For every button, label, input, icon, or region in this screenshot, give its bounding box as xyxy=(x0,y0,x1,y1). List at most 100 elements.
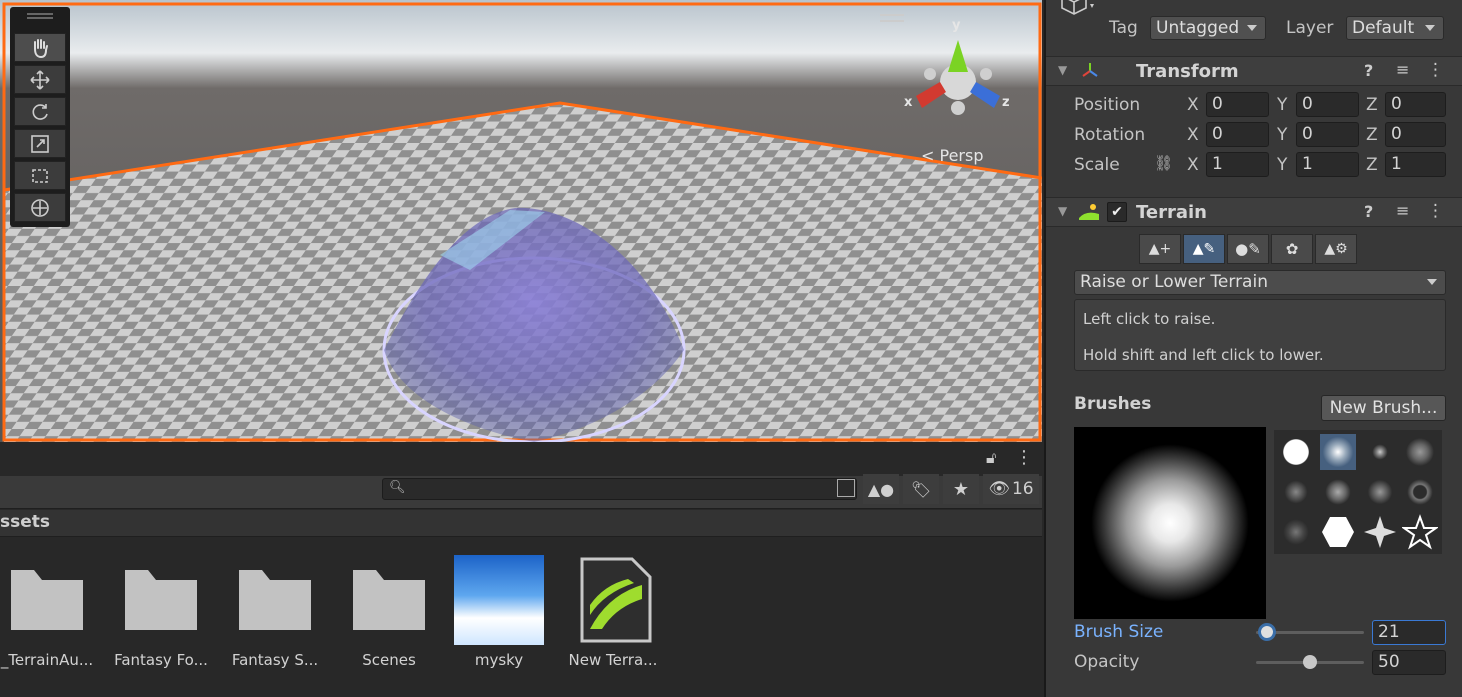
paint-trees-tab[interactable]: ●✎ xyxy=(1227,234,1269,264)
chevron-down-icon xyxy=(1427,279,1437,285)
axis-x-label[interactable]: X xyxy=(1187,95,1199,115)
link-broken-icon[interactable]: ⛓︎ xyxy=(1154,154,1173,172)
axis-y-label[interactable]: Y xyxy=(1277,95,1287,115)
asset-item[interactable]: Fantasy Fo... xyxy=(106,555,216,669)
terrain-tool-dropdown[interactable]: Raise or Lower Terrain xyxy=(1074,270,1446,295)
hidden-packages-button[interactable]: 👁︎ 16 xyxy=(983,474,1039,504)
transform-x-field[interactable]: 0 xyxy=(1206,122,1269,147)
transform-x-field[interactable]: 1 xyxy=(1206,152,1269,177)
terrain-enabled-checkbox[interactable]: ✔ xyxy=(1107,202,1127,222)
gizmo-x-label: x xyxy=(904,95,913,110)
create-neighbor-terrains-tab[interactable]: ▲+ xyxy=(1139,234,1181,264)
brush-small-soft[interactable] xyxy=(1362,434,1398,470)
axis-z-label[interactable]: Z xyxy=(1366,155,1378,175)
search-by-type-icon[interactable] xyxy=(837,479,855,497)
folder-icon xyxy=(353,570,425,630)
paint-terrain-tab[interactable]: ▲✎ xyxy=(1183,234,1225,264)
transform-row-label: Position xyxy=(1074,95,1141,115)
brush-ring[interactable] xyxy=(1402,474,1438,510)
asset-label: New Terra... xyxy=(568,651,658,669)
axis-y-label[interactable]: Y xyxy=(1277,125,1287,145)
asset-label: mysky xyxy=(474,651,524,669)
layer-value: Default xyxy=(1352,18,1415,38)
brush-splatter-1[interactable] xyxy=(1278,474,1314,510)
transform-z-field[interactable]: 1 xyxy=(1385,152,1446,177)
brush-noise[interactable] xyxy=(1402,434,1438,470)
layer-dropdown[interactable]: Default xyxy=(1346,16,1444,40)
tag-value: Untagged xyxy=(1156,18,1240,38)
star-icon: ★ xyxy=(952,478,970,500)
opacity-field[interactable]: 50 xyxy=(1372,650,1446,675)
help-icon[interactable]: ? xyxy=(1364,202,1373,221)
axis-x-label[interactable]: X xyxy=(1187,155,1199,175)
presets-icon[interactable]: ≡ xyxy=(1396,60,1409,79)
grip-icon[interactable] xyxy=(27,13,53,19)
rect-tool-button[interactable] xyxy=(14,161,66,190)
opacity-slider-thumb[interactable] xyxy=(1303,655,1317,669)
brush-splatter-3[interactable] xyxy=(1362,474,1398,510)
more-options-icon[interactable]: ⋮ xyxy=(1427,60,1444,80)
brush-grass[interactable] xyxy=(1278,514,1314,550)
brush-size-field[interactable]: 21 xyxy=(1372,620,1446,645)
favorites-button[interactable]: ★ xyxy=(943,474,979,504)
transform-header[interactable]: ▼ Transform ? ≡ ⋮ xyxy=(1046,56,1462,86)
more-options-icon[interactable]: ⋮ xyxy=(1427,201,1444,221)
terrain-header[interactable]: ▼ ✔ Terrain ? ≡ ⋮ xyxy=(1046,197,1462,227)
axis-z-label[interactable]: Z xyxy=(1366,125,1378,145)
lock-icon[interactable]: 🔓︎ xyxy=(986,448,996,468)
terrain-settings-tab[interactable]: ▲⚙ xyxy=(1315,234,1357,264)
brush-hard-round[interactable] xyxy=(1278,434,1314,470)
brush-splatter-2[interactable] xyxy=(1320,474,1356,510)
brush-size-slider-thumb[interactable] xyxy=(1257,623,1276,641)
axis-z-label[interactable]: Z xyxy=(1366,95,1378,115)
search-field[interactable] xyxy=(405,480,829,500)
scene-view[interactable]: y x z < Persp xyxy=(0,0,1042,442)
foldout-arrow-icon[interactable]: ▼ xyxy=(1058,63,1067,77)
asset-item[interactable]: _TerrainAu... xyxy=(0,555,102,669)
axis-y-label[interactable]: Y xyxy=(1277,155,1287,175)
transform-icon xyxy=(31,198,49,217)
axis-x-label[interactable]: X xyxy=(1187,125,1199,145)
transform-y-field[interactable]: 1 xyxy=(1296,152,1359,177)
filter-by-label-button[interactable]: 🏷︎ xyxy=(903,474,939,504)
brush-soft-round-selected[interactable] xyxy=(1320,434,1356,470)
gameobject-icon xyxy=(1056,0,1096,26)
asset-item[interactable]: Scenes xyxy=(334,555,444,669)
asset-item[interactable]: New Terra... xyxy=(558,555,668,669)
asset-item[interactable]: Fantasy S... xyxy=(220,555,330,669)
filter-by-type-button[interactable]: ▲● xyxy=(863,474,899,504)
brush-star-soft[interactable] xyxy=(1362,514,1398,550)
transform-z-field[interactable]: 0 xyxy=(1385,122,1446,147)
tag-dropdown[interactable]: Untagged xyxy=(1150,16,1266,40)
paint-details-tab[interactable]: ✿ xyxy=(1271,234,1313,264)
move-tool-button[interactable] xyxy=(14,65,66,94)
sky-texture-thumbnail xyxy=(454,555,544,645)
transform-z-field[interactable]: 0 xyxy=(1385,92,1446,117)
help-icon[interactable]: ? xyxy=(1364,61,1373,80)
breadcrumb-assets[interactable]: ssets xyxy=(0,512,50,532)
move-icon xyxy=(30,69,50,90)
scene-viewport[interactable] xyxy=(0,0,1042,442)
brush-star-outline[interactable] xyxy=(1400,514,1440,550)
transform-y-field[interactable]: 0 xyxy=(1296,122,1359,147)
hand-tool-button[interactable] xyxy=(14,33,66,62)
terrain-title: Terrain xyxy=(1136,202,1207,223)
tag-label: Tag xyxy=(1109,18,1138,38)
layer-label: Layer xyxy=(1286,18,1334,38)
scene-menu-icon[interactable] xyxy=(880,14,904,22)
more-options-icon[interactable]: ⋮ xyxy=(1015,447,1033,468)
transform-tool-button[interactable] xyxy=(14,193,66,222)
gizmo-z-label: z xyxy=(1002,95,1010,110)
rotate-tool-button[interactable] xyxy=(14,97,66,126)
brush-hexagon[interactable] xyxy=(1320,514,1356,550)
perspective-label[interactable]: < Persp xyxy=(921,146,983,165)
scale-tool-button[interactable] xyxy=(14,129,66,158)
new-brush-button[interactable]: New Brush... xyxy=(1321,395,1446,421)
shapes-icon: ▲● xyxy=(867,479,895,499)
presets-icon[interactable]: ≡ xyxy=(1396,201,1409,220)
transform-x-field[interactable]: 0 xyxy=(1206,92,1269,117)
asset-item[interactable]: mysky xyxy=(444,555,554,669)
search-input[interactable]: 🔍︎ xyxy=(382,478,857,500)
transform-y-field[interactable]: 0 xyxy=(1296,92,1359,117)
foldout-arrow-icon[interactable]: ▼ xyxy=(1058,204,1067,218)
